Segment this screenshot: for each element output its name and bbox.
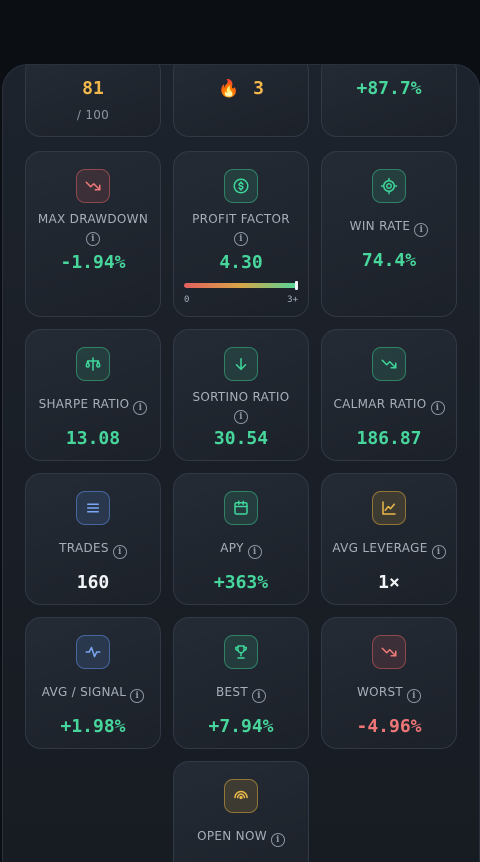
trophy-icon [224,635,258,669]
trend-down-icon [372,635,406,669]
info-icon[interactable]: i [112,545,127,559]
win-rate-card: WIN RATE i 74.4% [321,151,457,317]
scale-icon [76,347,110,381]
info-icon[interactable]: i [431,545,446,559]
scale-max-label: 3+ [287,295,298,305]
pulse-icon [76,635,110,669]
trades-card: TRADES i 160 [25,473,161,605]
list-icon [76,491,110,525]
card-value: 160 [76,572,110,593]
open-now-card: OPEN NOWi 1 [173,761,309,862]
card-label: WIN RATE [349,219,411,233]
card-label: TRADES [59,541,109,555]
card-label: AVG LEVERAGE [332,541,428,555]
arrow-down-icon [224,347,258,381]
trend-down-icon [372,347,406,381]
card-value: 1× [378,572,400,593]
chart-line-icon [372,491,406,525]
card-label: CALMAR RATIO [333,397,427,411]
card-value: -4.96% [356,716,422,737]
max-drawdown-card: MAX DRAWDOWN i -1.94% [25,151,161,317]
card-value: 4.30 [219,252,263,273]
stats-panel: 81 / 100 🔥 3 +87.7% MAX DRAWDOWN i -1.94… [2,64,480,862]
card-label: APY [220,541,244,555]
card-value: +363% [213,572,269,593]
worst-card: WORST i -4.96% [321,617,457,749]
card-label: OPEN NOW [197,829,267,843]
profit-factor-scale: 0 3+ [184,281,298,305]
card-value: +1.98% [60,716,126,737]
avg-leverage-card: AVG LEVERAGE i 1× [321,473,457,605]
signal-icon [224,779,258,813]
profit-factor-card: PROFIT FACTOR i 4.30 0 3+ [173,151,309,317]
info-icon[interactable]: i [407,689,422,703]
calmar-ratio-card: CALMAR RATIO i 186.87 [321,329,457,461]
avg-signal-card: AVG / SIGNAL i +1.98% [25,617,161,749]
apy-card: APY i +363% [173,473,309,605]
fire-icon: 🔥 [217,78,240,99]
best-card: BEST i +7.94% [173,617,309,749]
card-value: +7.94% [208,716,274,737]
sharpe-ratio-card: SHARPE RATIO i 13.08 [25,329,161,461]
info-icon[interactable]: i [133,401,148,415]
info-icon[interactable]: i [86,232,100,246]
info-icon[interactable]: i [233,232,248,246]
card-value: -1.94% [60,252,126,273]
total-return-value: +87.7% [356,78,422,99]
scale-min-label: 0 [184,295,190,305]
score-max: / 100 [76,108,110,122]
dollar-coin-icon [224,169,258,203]
info-icon[interactable]: i [251,689,266,703]
sortino-ratio-card: SORTINO RATIO i 30.54 [173,329,309,461]
card-label: BEST [216,685,248,699]
calendar-icon [224,491,258,525]
card-value: 74.4% [361,250,417,271]
info-icon[interactable]: i [270,833,285,847]
score-card: 81 / 100 [25,65,161,137]
card-value: 186.87 [356,428,422,449]
card-label: AVG / SIGNAL [41,685,127,699]
streak-card: 🔥 3 [173,65,309,137]
card-value: 30.54 [213,428,269,449]
info-icon[interactable]: i [414,223,429,237]
card-label: WORST [356,685,404,699]
card-label: PROFIT FACTOR [192,212,290,226]
info-icon[interactable]: i [130,689,145,703]
scale-marker [295,281,298,290]
scale-bar [184,281,298,290]
info-icon[interactable]: i [430,401,445,415]
total-return-card: +87.7% [321,65,457,137]
score-value: 81 [82,78,104,99]
card-label: SHARPE RATIO [38,397,130,411]
card-value: 13.08 [65,428,121,449]
card-label: SORTINO RATIO [192,390,290,404]
info-icon[interactable]: i [247,545,262,559]
target-icon [372,169,406,203]
card-label: MAX DRAWDOWN [37,212,149,226]
info-icon[interactable]: i [233,410,248,424]
streak-value: 3 [253,78,264,99]
trend-down-icon [76,169,110,203]
